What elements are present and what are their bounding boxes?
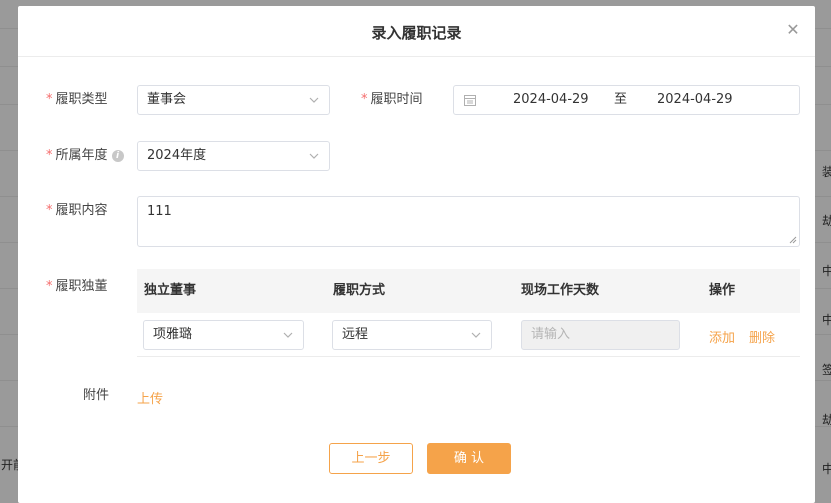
dialog-header: 录入履职记录 ✕: [18, 6, 815, 57]
chevron-down-icon: [283, 332, 293, 338]
prev-step-button[interactable]: 上一步: [329, 443, 413, 474]
independent-director-label-text: 履职独董: [55, 279, 108, 294]
year-select[interactable]: 2024年度: [137, 141, 330, 171]
bg-text: 装: [822, 165, 831, 179]
table-header: 独立董事 履职方式 现场工作天数 操作: [137, 269, 800, 313]
chevron-down-icon: [471, 332, 481, 338]
method-value: 远程: [342, 327, 369, 342]
attachment-label: 附件: [83, 388, 110, 403]
chevron-down-icon: [309, 97, 319, 103]
column-header-actions: 操作: [709, 283, 736, 298]
bg-text: 中: [822, 264, 831, 278]
year-label: * 所属年度 i: [46, 141, 124, 171]
delete-row-link[interactable]: 删除: [749, 327, 775, 346]
upload-link[interactable]: 上传: [137, 388, 163, 407]
year-label-text: 所属年度: [55, 148, 108, 163]
required-mark: *: [46, 148, 53, 163]
required-mark: *: [46, 203, 53, 218]
row-divider: [137, 356, 800, 357]
column-header-method: 履职方式: [333, 283, 386, 298]
close-icon[interactable]: ✕: [783, 20, 803, 40]
independent-director-label: * 履职独董: [46, 272, 108, 302]
duty-time-label: * 履职时间: [361, 85, 423, 115]
confirm-button[interactable]: 确 认: [427, 443, 511, 474]
column-header-days: 现场工作天数: [521, 283, 600, 298]
resize-handle-icon[interactable]: [789, 236, 797, 244]
year-value: 2024年度: [147, 148, 207, 163]
end-date[interactable]: 2024-04-29: [657, 86, 733, 114]
range-separator: 至: [614, 92, 628, 107]
duty-type-label-text: 履职类型: [55, 92, 108, 107]
info-icon[interactable]: i: [111, 149, 124, 162]
onsite-days-placeholder: 请输入: [531, 327, 571, 342]
content-textarea[interactable]: 111: [137, 196, 800, 247]
content-label: * 履职内容: [46, 196, 108, 226]
date-range-picker[interactable]: 2024-04-29 至 2024-04-29: [453, 85, 800, 115]
duty-type-value: 董事会: [147, 92, 187, 107]
required-mark: *: [361, 92, 368, 107]
method-select[interactable]: 远程: [332, 320, 492, 350]
dialog-title: 录入履职记录: [371, 24, 462, 42]
calendar-icon: [464, 95, 476, 106]
bg-text: 签: [822, 363, 831, 377]
bg-text: 中: [822, 462, 831, 476]
add-row-link[interactable]: 添加: [709, 327, 735, 346]
required-mark: *: [46, 92, 53, 107]
content-value: 111: [147, 204, 172, 219]
record-dialog: 录入履职记录 ✕ * 履职类型 董事会 * 履职时间 2024-04-29 至 20…: [18, 6, 815, 503]
duty-type-label: * 履职类型: [46, 85, 108, 115]
bg-text: 劫: [822, 413, 831, 427]
start-date[interactable]: 2024-04-29: [513, 86, 589, 114]
bg-text: 劫: [822, 214, 831, 228]
director-select[interactable]: 项雅璐: [143, 320, 304, 350]
required-mark: *: [46, 279, 53, 294]
onsite-days-input[interactable]: 请输入: [521, 320, 680, 350]
director-value: 项雅璐: [153, 327, 193, 342]
column-header-director: 独立董事: [144, 283, 197, 298]
duty-time-label-text: 履职时间: [370, 92, 423, 107]
content-label-text: 履职内容: [55, 203, 108, 218]
duty-type-select[interactable]: 董事会: [137, 85, 330, 115]
chevron-down-icon: [309, 153, 319, 159]
bg-text: 中: [822, 313, 831, 327]
